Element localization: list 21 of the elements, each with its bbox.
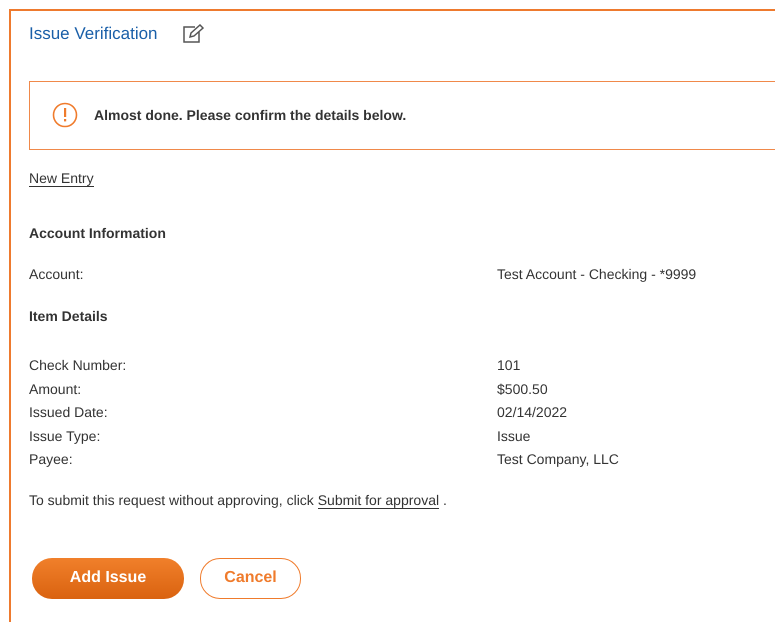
field-value: Test Account - Checking - *9999 [497,264,696,284]
new-entry-link[interactable]: New Entry [29,170,94,186]
field-value: 101 [497,356,520,375]
page-title: Issue Verification [29,23,158,45]
field-label: Issued Date: [29,403,109,422]
field-value: 02/14/2022 [497,403,568,422]
field-value: $500.50 [497,380,548,398]
submit-for-approval-link[interactable]: Submit for approval [318,492,440,508]
warning-icon [52,102,78,128]
alert-message: Almost done. Please confirm the details below. [94,106,406,124]
field-label: Amount: [29,380,82,398]
field-label: Issue Type: [29,426,102,446]
field-value: Issue [497,426,530,446]
field-label: Account: [29,264,84,284]
submit-note: To submit this request without approving, click Submit for approval . [29,490,448,510]
section-heading: Account Information [29,224,167,242]
section-heading: Item Details [29,307,109,326]
field-label: Check Number: [29,356,128,375]
field-label: Payee: [29,450,74,469]
edit-icon[interactable] [182,24,204,44]
field-value: Test Company, LLC [497,450,619,469]
